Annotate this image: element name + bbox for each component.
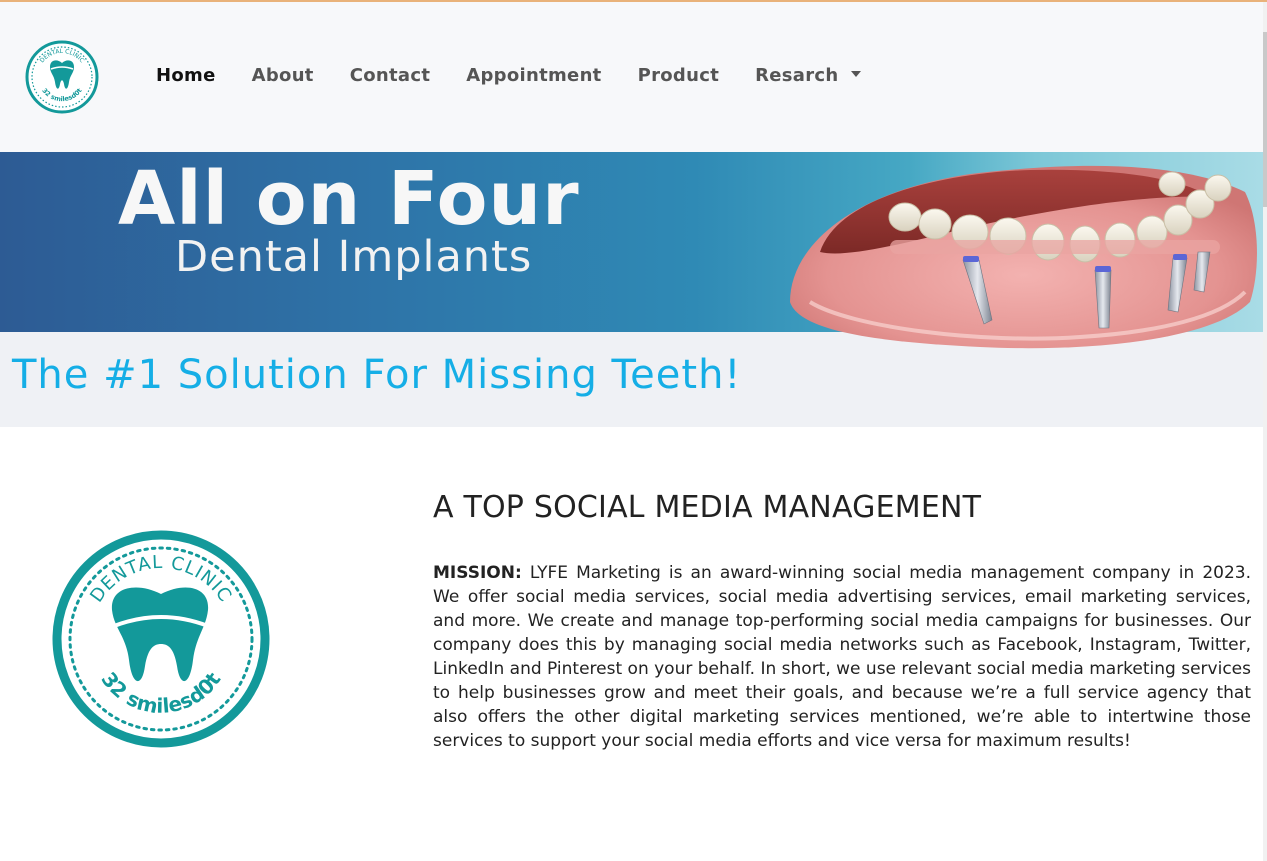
nav-contact[interactable]: Contact xyxy=(350,65,431,86)
dental-implant-image xyxy=(790,165,1257,349)
mission-label: MISSION: xyxy=(433,563,522,583)
scrollbar-thumb[interactable] xyxy=(1263,32,1267,207)
clinic-logo: DENTAL CLINIC 32 smilesd0t xyxy=(50,528,272,750)
hero-title: All on Four xyxy=(118,156,580,242)
nav-about[interactable]: About xyxy=(252,65,314,86)
mission-text: LYFE Marketing is an award-winning socia… xyxy=(433,563,1251,751)
tooth-logo-icon: DENTAL CLINIC 32 smilesd0t xyxy=(25,40,99,114)
nav-home[interactable]: Home xyxy=(156,65,216,86)
nav-research-label: Resarch xyxy=(755,65,839,86)
mission-paragraph: MISSION: LYFE Marketing is an award-winn… xyxy=(433,561,1251,753)
hero-subtitle: Dental Implants xyxy=(175,232,533,282)
nav-appointment[interactable]: Appointment xyxy=(466,65,601,86)
hero-tagline: The #1 Solution For Missing Teeth! xyxy=(12,352,742,398)
brand-logo[interactable]: DENTAL CLINIC 32 smilesd0t xyxy=(25,40,99,114)
chevron-down-icon xyxy=(850,71,861,77)
main-content: A TOP SOCIAL MEDIA MANAGEMENT MISSION: L… xyxy=(433,490,1251,753)
section-heading: A TOP SOCIAL MEDIA MANAGEMENT xyxy=(433,490,982,525)
navbar: DENTAL CLINIC 32 smilesd0t Home About Co… xyxy=(0,2,1263,152)
nav-product[interactable]: Product xyxy=(638,65,720,86)
scrollbar[interactable] xyxy=(1263,2,1267,861)
tooth-badge-icon: DENTAL CLINIC 32 smilesd0t xyxy=(52,530,270,748)
nav-research-dropdown[interactable]: Resarch xyxy=(755,65,861,86)
hero-banner: All on Four Dental Implants The #1 Solut… xyxy=(0,152,1263,427)
nav-menu: Home About Contact Appointment Product R… xyxy=(156,65,897,86)
